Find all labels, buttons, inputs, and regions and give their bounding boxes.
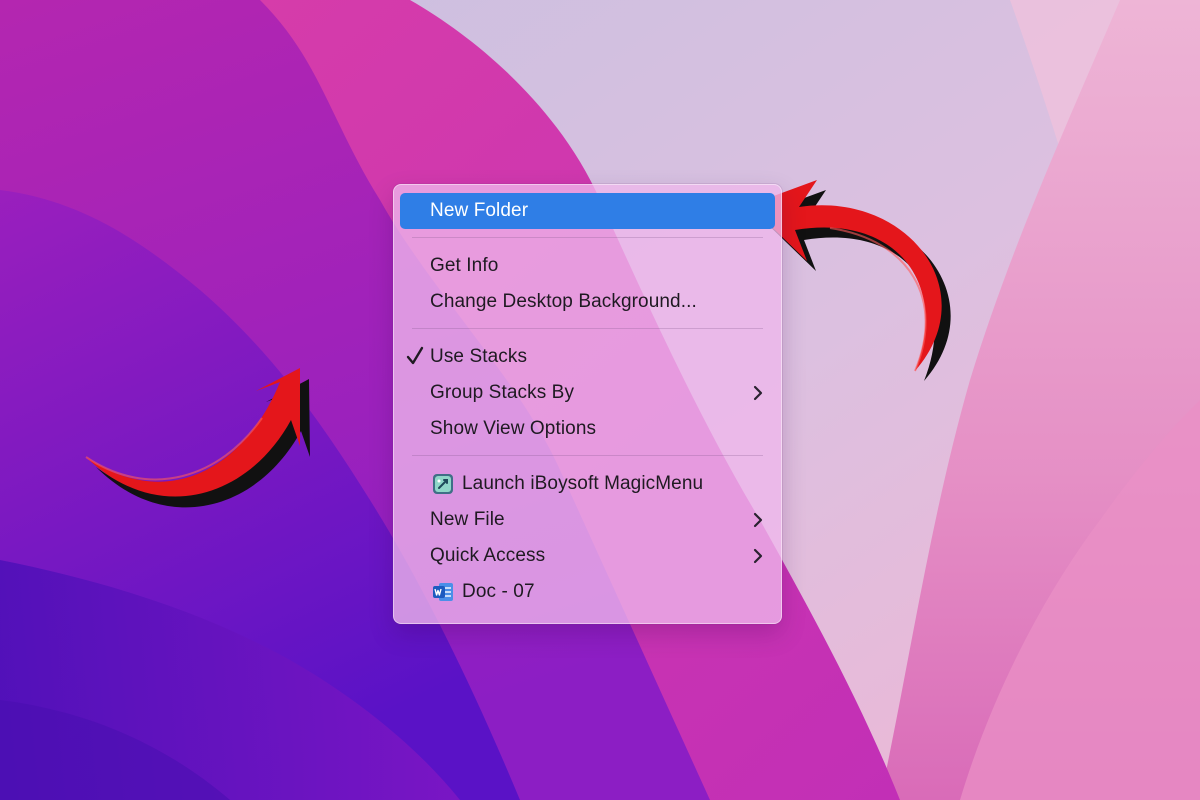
- menu-item-show-view-options[interactable]: Show View Options: [400, 411, 775, 447]
- chevron-right-icon: [753, 512, 763, 528]
- menu-item-use-stacks[interactable]: Use Stacks: [400, 339, 775, 375]
- menu-item-new-file[interactable]: New File: [400, 502, 775, 538]
- menu-item-quick-access[interactable]: Quick Access: [400, 538, 775, 574]
- menu-item-new-folder[interactable]: New Folder: [400, 193, 775, 229]
- menu-separator: [412, 328, 763, 329]
- menu-item-label: Launch iBoysoft MagicMenu: [462, 473, 704, 494]
- word-document-icon: [433, 583, 453, 601]
- menu-item-launch-iboysoft-magicmenu[interactable]: Launch iBoysoft MagicMenu: [400, 466, 775, 502]
- desktop[interactable]: New Folder Get Info Change Desktop Backg…: [0, 0, 1200, 800]
- menu-separator: [412, 237, 763, 238]
- chevron-right-icon: [753, 548, 763, 564]
- menu-item-doc-07[interactable]: Doc - 07: [400, 574, 775, 610]
- menu-item-label: Use Stacks: [430, 346, 528, 367]
- menu-item-get-info[interactable]: Get Info: [400, 248, 775, 284]
- magicmenu-icon: [433, 474, 453, 494]
- menu-item-label: Group Stacks By: [430, 382, 575, 403]
- menu-separator: [412, 455, 763, 456]
- menu-item-group-stacks-by[interactable]: Group Stacks By: [400, 375, 775, 411]
- checkmark-icon: [406, 346, 424, 365]
- menu-item-label: New Folder: [430, 200, 529, 221]
- chevron-right-icon: [753, 385, 763, 401]
- menu-item-label: Get Info: [430, 255, 499, 276]
- context-menu[interactable]: New Folder Get Info Change Desktop Backg…: [393, 184, 782, 624]
- menu-item-label: Doc - 07: [462, 581, 535, 602]
- menu-item-change-desktop-background[interactable]: Change Desktop Background...: [400, 284, 775, 320]
- menu-item-label: Quick Access: [430, 545, 546, 566]
- menu-item-label: New File: [430, 509, 505, 530]
- menu-item-label: Show View Options: [430, 418, 597, 439]
- menu-item-label: Change Desktop Background...: [430, 291, 697, 312]
